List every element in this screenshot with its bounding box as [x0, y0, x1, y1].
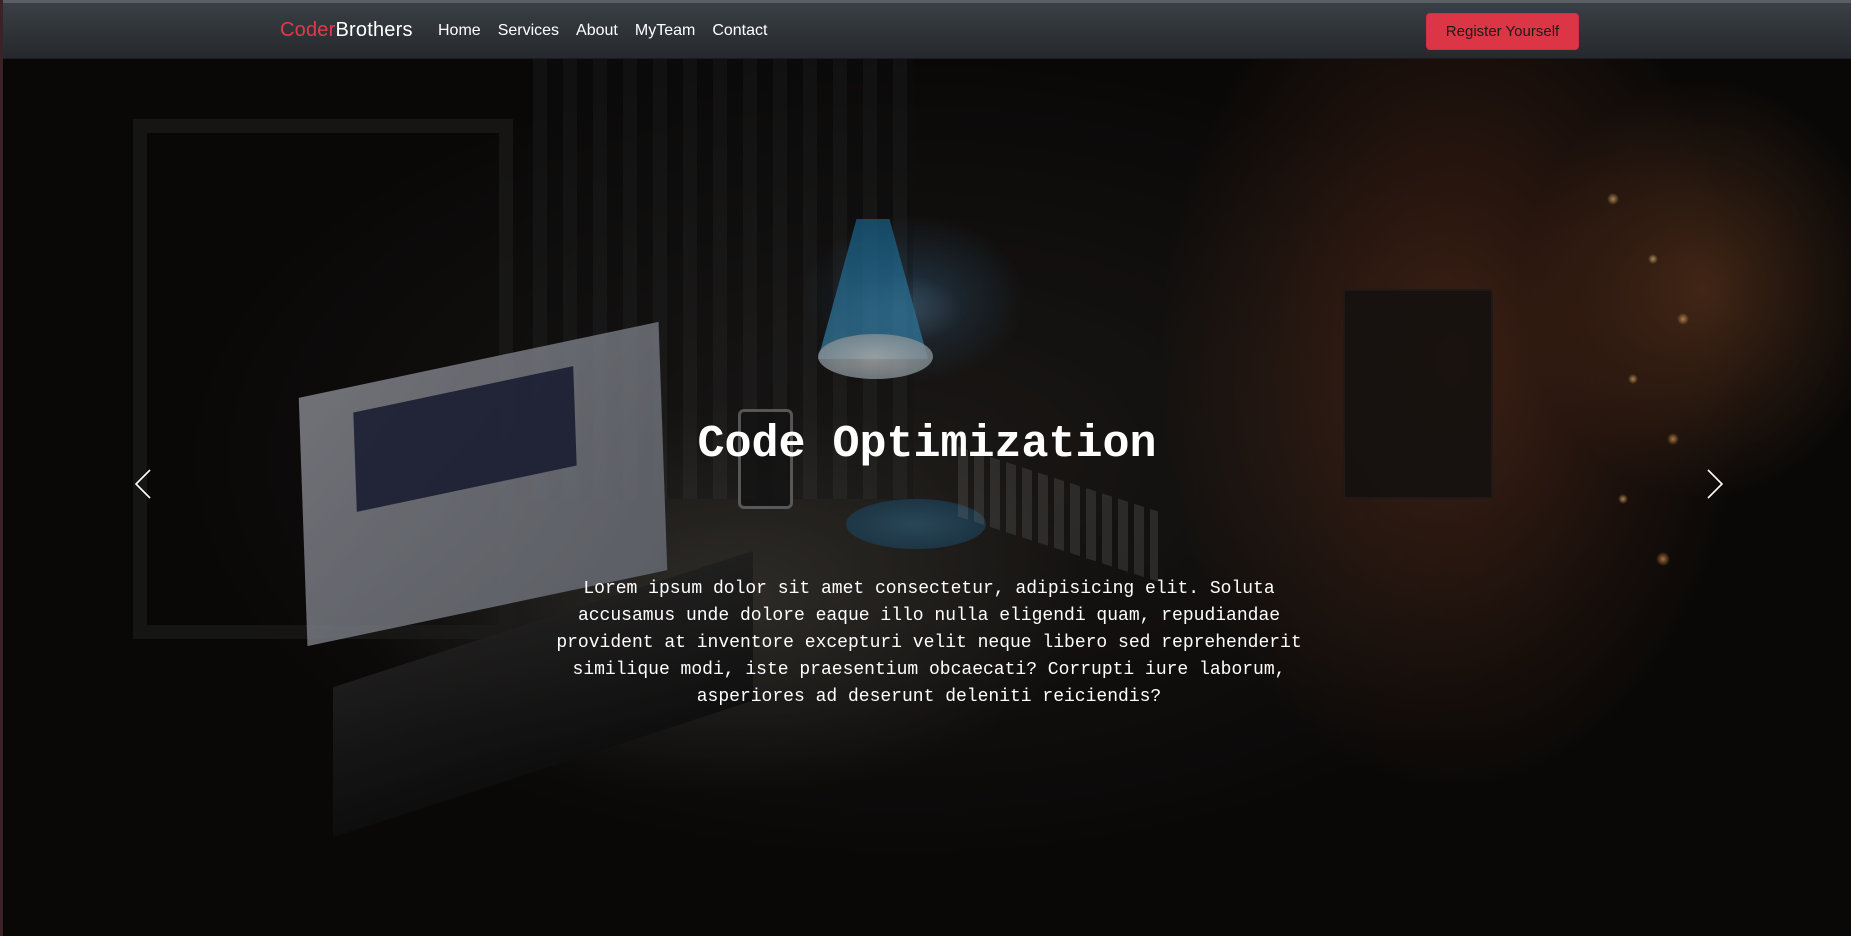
hero-description: Lorem ipsum dolor sit amet consectetur, … [556, 579, 1302, 707]
nav-link-services[interactable]: Services [498, 22, 559, 40]
chevron-left-icon [134, 469, 151, 499]
brand-name-coder: Coder [280, 19, 336, 41]
carousel-prev-button[interactable] [113, 449, 173, 519]
nav-link-myteam[interactable]: MyTeam [635, 22, 695, 40]
nav-link-contact[interactable]: Contact [712, 22, 767, 40]
nav-link-about[interactable]: About [576, 22, 618, 40]
navbar: CoderBrothers Home Services About MyTeam… [3, 3, 1851, 59]
nav-link-home[interactable]: Home [438, 22, 481, 40]
brand-name-brothers: Brothers [335, 19, 413, 41]
register-button[interactable]: Register Yourself [1426, 13, 1579, 50]
carousel-next-button[interactable] [1685, 449, 1745, 519]
carousel-caption: Code Optimization Lorem ipsum dolor sit … [3, 59, 1851, 936]
brand-logo[interactable]: CoderBrothers [280, 19, 413, 42]
nav-links: Home Services About MyTeam Contact [438, 22, 767, 40]
hero-carousel: Code Optimization Lorem ipsum dolor sit … [3, 59, 1851, 936]
chevron-right-icon [1707, 469, 1724, 499]
hero-title: Code Optimization [697, 419, 1157, 470]
